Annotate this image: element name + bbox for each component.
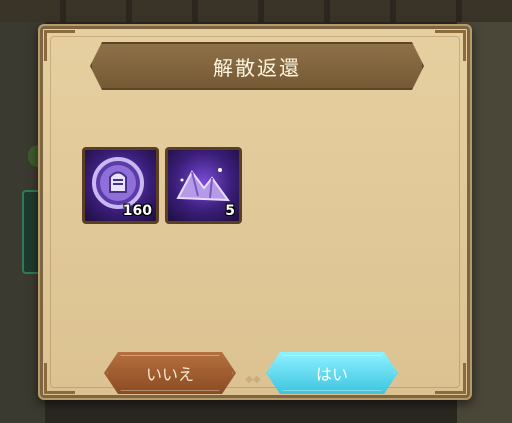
corner-ornament (44, 30, 75, 61)
dialog-title: 解散返還 (213, 55, 301, 80)
item-quantity: 160 (122, 203, 152, 219)
yes-button[interactable]: はい (266, 352, 398, 394)
return-items-list: 160 5 (82, 147, 242, 224)
no-button[interactable]: いいえ (104, 352, 236, 394)
corner-ornament (435, 363, 466, 394)
yes-button-label: はい (315, 365, 348, 384)
corner-ornament (435, 30, 466, 61)
corner-ornament (44, 363, 75, 394)
item-slot-coin[interactable]: 160 (82, 147, 159, 224)
dialog-title-bar: 解散返還 (90, 42, 424, 90)
dismiss-return-dialog: 解散返還 160 5 (38, 24, 472, 400)
background-top-strip (0, 0, 512, 22)
divider-ornament-icon: ◆◆ (245, 374, 261, 385)
item-slot-crystal-dust[interactable]: 5 (165, 147, 242, 224)
no-button-label: いいえ (145, 365, 194, 384)
item-quantity: 5 (225, 203, 235, 219)
